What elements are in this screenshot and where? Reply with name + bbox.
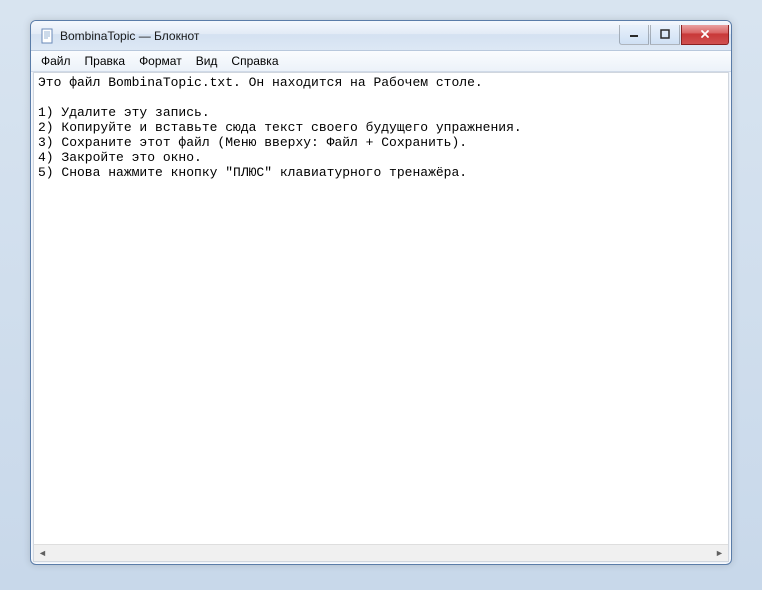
menu-edit[interactable]: Правка — [78, 52, 133, 70]
menu-view[interactable]: Вид — [189, 52, 225, 70]
menu-format[interactable]: Формат — [132, 52, 189, 70]
window-title: BombinaTopic — Блокнот — [60, 29, 619, 43]
maximize-button[interactable] — [650, 25, 680, 45]
notepad-icon — [39, 28, 55, 44]
notepad-window: BombinaTopic — Блокнот Файл Правка Форма… — [30, 20, 732, 565]
titlebar[interactable]: BombinaTopic — Блокнот — [31, 21, 731, 51]
window-controls — [619, 25, 729, 45]
scroll-left-arrow[interactable]: ◄ — [34, 545, 51, 562]
menu-help[interactable]: Справка — [224, 52, 285, 70]
close-button[interactable] — [681, 25, 729, 45]
menu-file[interactable]: Файл — [34, 52, 78, 70]
text-editor[interactable]: Это файл BombinaTopic.txt. Он находится … — [34, 73, 728, 544]
horizontal-scrollbar[interactable]: ◄ ► — [34, 544, 728, 561]
menubar: Файл Правка Формат Вид Справка — [31, 51, 731, 72]
scroll-right-arrow[interactable]: ► — [711, 545, 728, 562]
minimize-button[interactable] — [619, 25, 649, 45]
content-area: Это файл BombinaTopic.txt. Он находится … — [33, 72, 729, 562]
